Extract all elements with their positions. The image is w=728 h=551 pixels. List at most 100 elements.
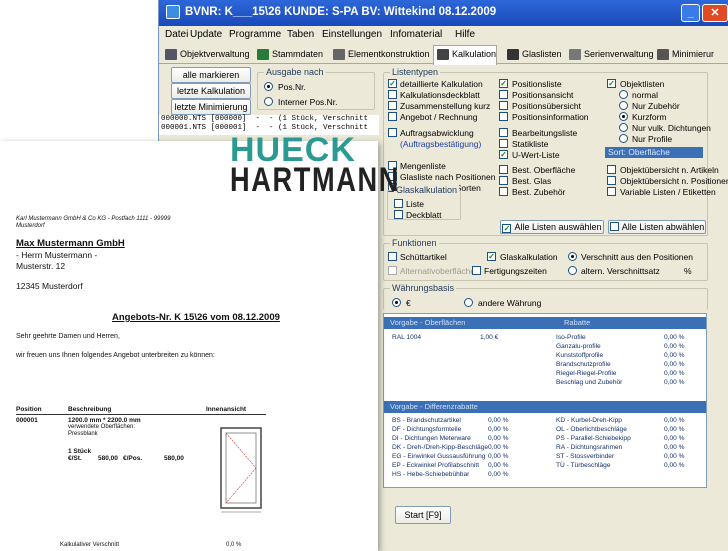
menu-einstellungen[interactable]: Einstellungen <box>322 29 382 40</box>
listentyp2-checkbox[interactable] <box>499 187 508 196</box>
alle-markieren-button[interactable]: alle markieren <box>171 67 251 83</box>
abwaehlen-box-icon <box>609 222 619 231</box>
objektliste-label: Nur Zubehör <box>632 101 680 111</box>
differenzrabatt-value[interactable]: 0,00 % <box>488 417 509 424</box>
rabatt-value[interactable]: 0,00 % <box>664 361 685 368</box>
listentyp-checkbox[interactable] <box>388 128 397 137</box>
listentyp2-checkbox[interactable] <box>499 176 508 185</box>
differenzrabatt-value[interactable]: 0,00 % <box>664 417 685 424</box>
altern-verschnitt-radio[interactable] <box>568 266 577 275</box>
differenzrabatt-value[interactable]: 0,00 % <box>664 453 685 460</box>
andere-waehrung-radio[interactable] <box>464 298 473 307</box>
tab-minimierung[interactable]: Minimierur <box>653 45 715 63</box>
listentyp-checkbox[interactable] <box>388 101 397 110</box>
objektliste-radio[interactable] <box>619 90 628 99</box>
tab-kalkulation[interactable]: Kalkulation <box>433 45 498 65</box>
sort-oberflaeche-select[interactable]: Sort: Oberfläche <box>605 147 703 158</box>
tab-objektverwaltung[interactable]: Objektverwaltung <box>161 45 251 63</box>
pos-price-label: €/Pos. <box>123 455 143 462</box>
differenzrabatt-value[interactable]: 0,00 % <box>664 462 685 469</box>
minimize-icon[interactable]: _ <box>681 4 700 22</box>
listentyp2-checkbox[interactable] <box>499 165 508 174</box>
objektliste-checkbox[interactable] <box>607 176 616 185</box>
objektliste-radio[interactable] <box>619 123 628 132</box>
tab-serienverwaltung[interactable]: Serienverwaltung <box>565 45 655 63</box>
differenzrabatt-value[interactable]: 0,00 % <box>664 435 685 442</box>
differenzrabatt-value[interactable]: 0,00 % <box>488 444 509 451</box>
listentyp2-checkbox[interactable] <box>499 112 508 121</box>
surface-value: Pressblank <box>68 431 98 437</box>
menu-hilfe[interactable]: Hilfe <box>455 29 475 40</box>
oberflaechen-title: Vorgabe - Oberflächen <box>390 318 466 327</box>
menu-programme[interactable]: Programme <box>229 29 281 40</box>
start-button[interactable]: Start [F9] <box>395 506 451 524</box>
listentyp2-checkbox[interactable] <box>499 90 508 99</box>
objektliste-label: Nur Profile <box>632 134 673 144</box>
objektliste-checkbox[interactable] <box>607 187 616 196</box>
tab-glaslisten[interactable]: Glaslisten <box>503 45 563 63</box>
objektliste-label: Objektlisten <box>620 79 665 89</box>
listentyp2-checkbox[interactable] <box>499 101 508 110</box>
rabatt-value[interactable]: 0,00 % <box>664 343 685 350</box>
glaskalk-deckblatt-checkbox[interactable] <box>394 210 403 219</box>
alle-listen-auswaehlen-button[interactable]: ✓ Alle Listen auswählen <box>500 220 604 234</box>
differenzrabatt-value[interactable]: 0,00 % <box>488 453 509 460</box>
objektliste-radio[interactable] <box>619 134 628 143</box>
differenzrabatt-value[interactable]: 0,00 % <box>664 426 685 433</box>
menu-taben[interactable]: Taben <box>287 29 314 40</box>
schuettartikel-checkbox[interactable] <box>388 252 397 261</box>
rabatt-panel: Vorgabe - Oberflächen Rabatte RAL 1004 1… <box>383 313 707 488</box>
fertigungszeiten-checkbox[interactable] <box>472 266 481 275</box>
close-icon[interactable]: ✕ <box>702 4 728 22</box>
database-icon <box>257 49 269 60</box>
glaskalk-liste-checkbox[interactable] <box>394 199 403 208</box>
differenzrabatt-value[interactable]: 0,00 % <box>664 444 685 451</box>
euro-radio[interactable] <box>392 298 401 307</box>
rabatt-label: Ganzalu-profile <box>556 343 601 350</box>
title-bar[interactable]: BVNR: K___15\26 KUNDE: S-PA BV: Wittekin… <box>159 0 728 26</box>
verschnitt-radio[interactable] <box>568 252 577 261</box>
list-item[interactable]: 000000.NTS [000000] - - (1 Stück, Versch… <box>161 115 379 124</box>
listentyp2-checkbox[interactable] <box>499 128 508 137</box>
differenzrabatt-value[interactable]: 0,00 % <box>488 462 509 469</box>
menu-update[interactable]: Update <box>190 29 222 40</box>
rabatt-value[interactable]: 0,00 % <box>664 334 685 341</box>
rabatt-value[interactable]: 0,00 % <box>664 352 685 359</box>
letzte-kalkulation-button[interactable]: letzte Kalkulation <box>171 83 251 99</box>
pos-nr-radio[interactable] <box>264 82 273 91</box>
listentyp-checkbox[interactable]: ✓ <box>388 79 397 88</box>
ral-value[interactable]: 1,00 € <box>480 334 498 341</box>
listentyp2-checkbox[interactable]: ✓ <box>499 79 508 88</box>
menu-infomaterial[interactable]: Infomaterial <box>390 29 442 40</box>
listentyp-label: Kalkulationsdeckblatt <box>400 90 480 100</box>
funktionen-label: Funktionen <box>390 238 439 248</box>
listentyp2-checkbox[interactable] <box>499 139 508 148</box>
objektliste-checkbox[interactable]: ✓ <box>607 79 616 88</box>
listentyp-checkbox[interactable] <box>388 112 397 121</box>
listentyp2-checkbox[interactable]: ✓ <box>499 150 508 159</box>
rabatt-value[interactable]: 0,00 % <box>664 379 685 386</box>
differenzrabatt-value[interactable]: 0,00 % <box>488 435 509 442</box>
rabatt-label: Beschlag und Zubehör <box>556 379 623 386</box>
letzte-minimierung-button[interactable]: letzte Minimierung <box>171 99 251 115</box>
rabatt-value[interactable]: 0,00 % <box>664 370 685 377</box>
interner-pos-radio[interactable] <box>264 97 273 106</box>
tab-stammdaten[interactable]: Stammdaten <box>253 45 324 63</box>
differenzrabatt-label: KD - Kurbel-Dreh-Kipp <box>556 417 622 424</box>
rabatt-label: Kunststoffprofile <box>556 352 604 359</box>
menu-datei[interactable]: Datei <box>165 29 188 40</box>
differenzrabatt-label: BS - Brandschutzartikel <box>392 417 461 424</box>
listentyp-checkbox[interactable] <box>388 90 397 99</box>
differenzrabatt-value[interactable]: 0,00 % <box>488 471 509 478</box>
objektliste-checkbox[interactable] <box>607 165 616 174</box>
differenzrabatt-value[interactable]: 0,00 % <box>488 426 509 433</box>
objektliste-radio[interactable] <box>619 112 628 121</box>
differenzrabatt-label: PS - Parallel-Schiebekipp <box>556 435 631 442</box>
col-beschreibung: Beschreibung <box>68 406 112 413</box>
tab-elementkonstruktion[interactable]: Elementkonstruktion <box>329 45 431 63</box>
alle-listen-abwaehlen-button[interactable]: Alle Listen abwählen <box>608 220 706 234</box>
glaskalkulation-checkbox[interactable]: ✓ <box>487 252 496 261</box>
percent-label: % <box>684 266 692 276</box>
listentyp2-label: Positionsliste <box>512 79 562 89</box>
objektliste-radio[interactable] <box>619 101 628 110</box>
